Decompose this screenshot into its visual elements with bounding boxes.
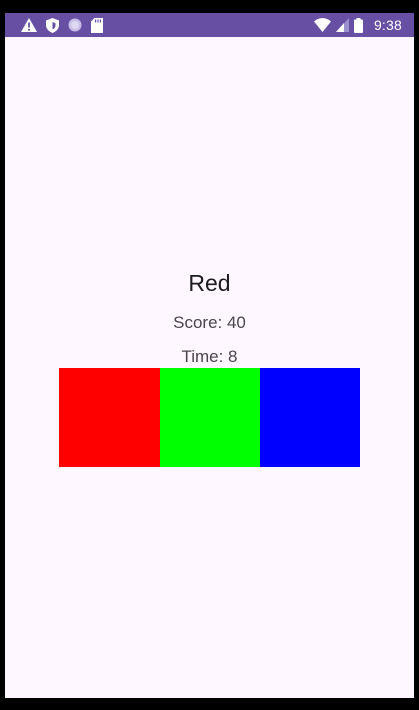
shield-icon: [46, 17, 59, 33]
wifi-icon: [313, 18, 331, 32]
warning-icon: [21, 18, 37, 32]
sd-card-icon: [91, 17, 103, 33]
status-system: 9:38: [313, 13, 402, 37]
time-label: Time: 8: [181, 347, 238, 366]
color-word-prompt: Red: [188, 270, 231, 296]
battery-icon: [353, 17, 363, 33]
status-notifications: [21, 13, 103, 37]
blue-color-button[interactable]: [260, 368, 360, 467]
score-label: Score: 40: [173, 313, 246, 332]
status-bar: 9:38: [5, 13, 414, 37]
circle-icon: [68, 18, 82, 32]
status-time: 9:38: [373, 17, 402, 33]
game-screen: Red Score: 40 Time: 8: [5, 37, 414, 698]
green-color-button[interactable]: [160, 368, 260, 467]
signal-icon: [335, 18, 349, 32]
color-choices: [59, 368, 360, 467]
red-color-button[interactable]: [59, 368, 160, 467]
device-frame: 9:38 Red Score: 40 Time: 8: [0, 0, 419, 710]
